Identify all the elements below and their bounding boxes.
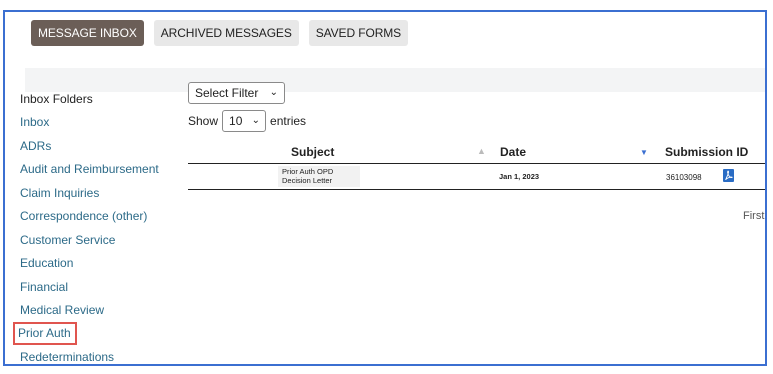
sidebar-title: Inbox Folders: [20, 92, 93, 106]
entries-control: Show 10 ⌄ entries: [188, 110, 306, 132]
entries-suffix: entries: [270, 114, 307, 128]
subject-cell[interactable]: Prior Auth OPD Decision Letter: [278, 166, 360, 187]
tab-saved-forms[interactable]: SAVED FORMS: [308, 20, 409, 46]
content-header-strip: [25, 68, 765, 92]
tab-bar: MESSAGE INBOX ARCHIVED MESSAGES SAVED FO…: [31, 20, 409, 46]
tab-archived-messages[interactable]: ARCHIVED MESSAGES: [153, 20, 299, 46]
pdf-icon[interactable]: [723, 169, 734, 182]
messages-table: Subject ▲︎ Date ▼ Submission ID Prior Au…: [188, 140, 765, 190]
submission-id-cell: 36103098: [666, 173, 702, 182]
chevron-down-icon: ⌄: [269, 87, 278, 98]
inbox-panel: MESSAGE INBOX ARCHIVED MESSAGES SAVED FO…: [3, 10, 767, 366]
table-row[interactable]: Prior Auth OPD Decision Letter Jan 1, 20…: [188, 164, 765, 190]
date-cell: Jan 1, 2023: [499, 172, 540, 181]
table-header: Subject ▲︎ Date ▼ Submission ID: [188, 140, 765, 164]
sidebar-item-inbox[interactable]: Inbox: [20, 115, 49, 129]
chevron-down-icon: ⌄: [251, 115, 261, 126]
tab-message-inbox[interactable]: MESSAGE INBOX: [31, 20, 144, 46]
sidebar-item-audit-reimbursement[interactable]: Audit and Reimbursement: [20, 162, 159, 176]
filter-select-value: Select Filter: [195, 86, 259, 100]
sidebar-item-correspondence[interactable]: Correspondence (other): [20, 209, 147, 223]
pagination-first-link[interactable]: First: [743, 210, 764, 222]
sort-desc-icon[interactable]: ▼: [640, 148, 648, 157]
column-header-date[interactable]: Date: [500, 145, 526, 159]
column-header-subject[interactable]: Subject: [291, 145, 334, 159]
sidebar-item-adrs[interactable]: ADRs: [20, 139, 51, 153]
sort-both-icon[interactable]: ▲︎: [477, 146, 486, 156]
sidebar-item-education[interactable]: Education: [20, 256, 73, 270]
sidebar-item-claim-inquiries[interactable]: Claim Inquiries: [20, 186, 99, 200]
sidebar-item-customer-service[interactable]: Customer Service: [20, 233, 115, 247]
entries-select[interactable]: 10 ⌄: [222, 110, 267, 132]
filter-select[interactable]: Select Filter ⌄: [188, 82, 285, 104]
entries-prefix: Show: [188, 114, 219, 128]
column-header-submission-id[interactable]: Submission ID: [665, 145, 748, 159]
sidebar-item-financial[interactable]: Financial: [20, 280, 68, 294]
sidebar-item-prior-auth[interactable]: Prior Auth: [13, 322, 77, 345]
sidebar-item-medical-review[interactable]: Medical Review: [20, 303, 104, 317]
sidebar-item-redeterminations[interactable]: Redeterminations: [20, 350, 114, 364]
entries-select-value: 10: [229, 114, 243, 128]
